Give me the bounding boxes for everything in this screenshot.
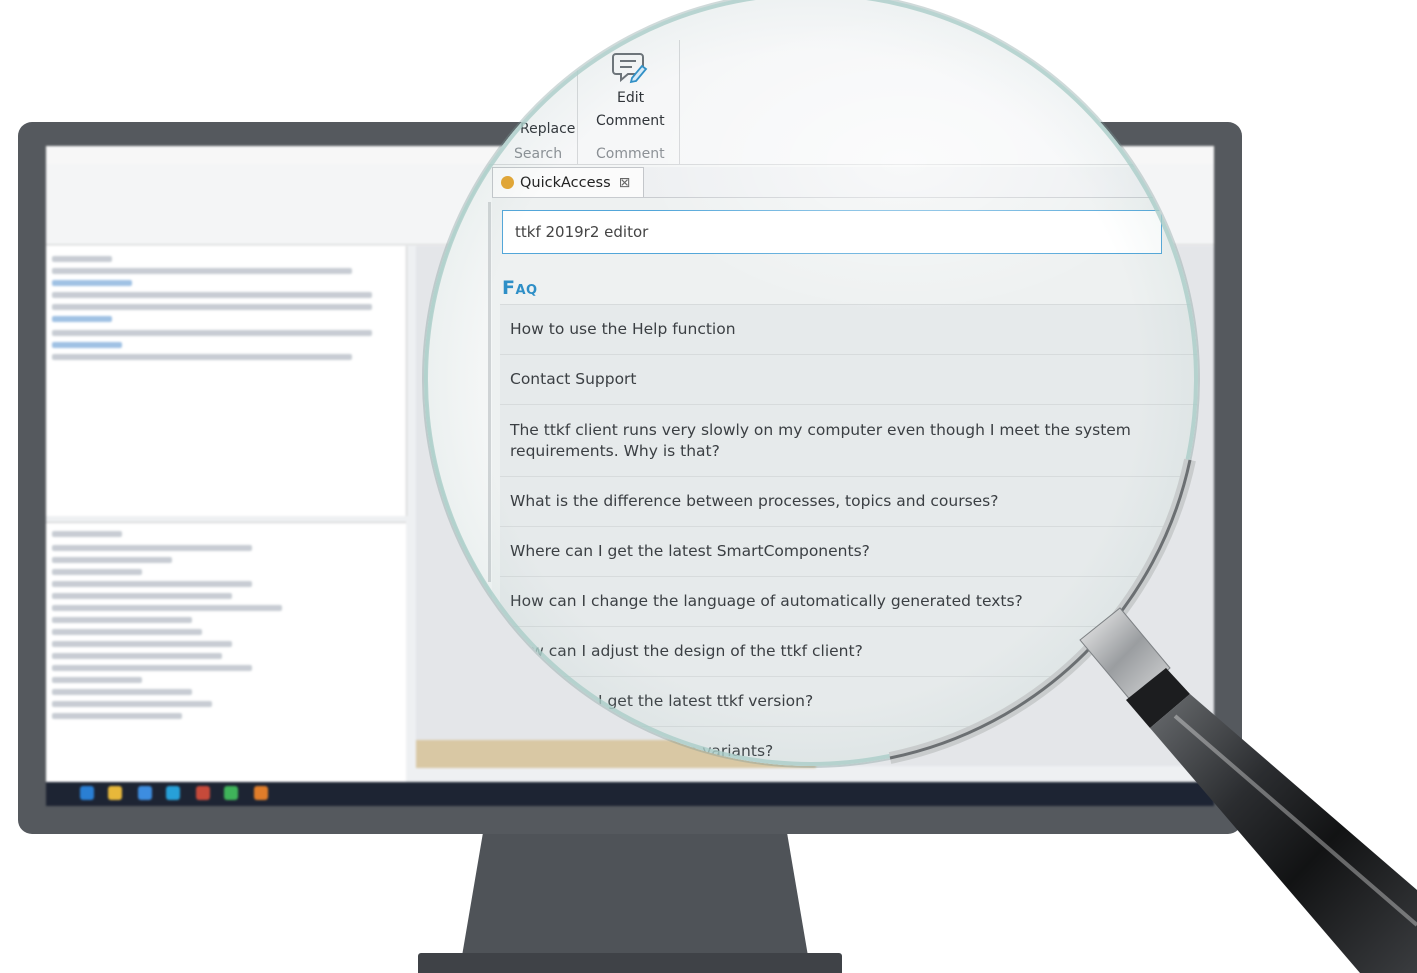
comment-group-label: Comment xyxy=(596,146,665,162)
ribbon: Replace Search Edit Comment Comment xyxy=(424,0,1198,165)
faq-item[interactable]: The ttkf client runs very slowly on my c… xyxy=(500,404,1198,476)
close-tab-icon[interactable]: ⊠ xyxy=(619,175,631,191)
edit-comment-label-line1[interactable]: Edit xyxy=(617,90,644,106)
magnifier-lens: Replace Search Edit Comment Comment Quic… xyxy=(424,0,1198,766)
faq-item[interactable]: How can I add language variants? xyxy=(500,726,1198,766)
faq-item[interactable]: Where can I get the latest ttkf version? xyxy=(500,676,1198,726)
taskbar xyxy=(46,782,1214,806)
faq-item[interactable]: How can I adjust the design of the ttkf … xyxy=(500,626,1198,676)
faq-heading: Faq xyxy=(502,277,538,299)
background-outline-panel xyxy=(46,246,407,516)
quickaccess-search-input[interactable] xyxy=(502,210,1162,254)
faq-item[interactable]: Where can I get the latest SmartComponen… xyxy=(500,526,1198,576)
ribbon-separator xyxy=(679,40,680,164)
replace-button-label[interactable]: Replace xyxy=(520,121,575,137)
quickaccess-tab-icon xyxy=(501,176,514,189)
background-properties-panel xyxy=(46,522,406,803)
faq-item[interactable]: What is the difference between processes… xyxy=(500,476,1198,526)
panel-left-edge xyxy=(488,202,491,582)
edit-comment-icon[interactable] xyxy=(612,50,648,84)
monitor-base xyxy=(418,953,842,973)
faq-item[interactable]: How can I change the language of automat… xyxy=(500,576,1198,626)
faq-item[interactable]: Contact Support xyxy=(500,354,1198,404)
edit-comment-label-line2[interactable]: Comment xyxy=(596,113,665,129)
tab-quickaccess[interactable]: QuickAccess ⊠ xyxy=(492,167,644,197)
monitor-neck xyxy=(462,834,808,956)
search-group-label: Search xyxy=(514,146,563,162)
faq-list: How to use the Help function Contact Sup… xyxy=(500,304,1198,766)
tab-quickaccess-label: QuickAccess xyxy=(520,174,611,191)
faq-item[interactable]: How to use the Help function xyxy=(500,304,1198,354)
ribbon-separator xyxy=(577,40,578,164)
view-tab-bar: QuickAccess ⊠ xyxy=(492,167,1198,198)
